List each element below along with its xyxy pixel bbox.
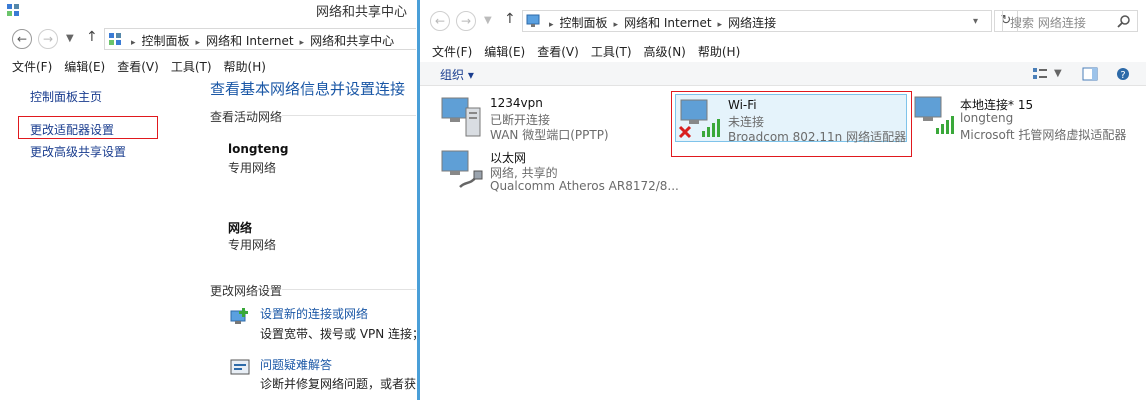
active-networks-label: 查看活动网络: [210, 110, 283, 124]
search-icon[interactable]: [1117, 14, 1131, 28]
menu-tools[interactable]: 工具(T): [591, 45, 632, 59]
connection-item-hosted[interactable]: 本地连接* 15 longteng Microsoft 托管网络虚拟适配器: [910, 92, 1146, 142]
new-connection-icon: [230, 308, 248, 324]
search-placeholder: 搜索 网络连接: [1010, 16, 1086, 30]
network-sharing-center-window: 网络和共享中心 ← → ▼ ↑ ▸ 控制面板 ▸ 网络和 Internet ▸ 网络和共享…: [0, 0, 416, 400]
network-name-2: 网络: [228, 221, 253, 235]
breadcrumb-control-panel[interactable]: 控制面板: [142, 34, 190, 48]
control-panel-home-link[interactable]: 控制面板主页: [30, 88, 102, 105]
section-divider: [282, 115, 416, 116]
up-arrow-icon[interactable]: ↑: [86, 29, 98, 45]
view-options-chevron-icon[interactable]: ▼: [1054, 68, 1062, 79]
connection-name: 1234vpn: [490, 96, 543, 110]
address-bar[interactable]: ▸ 控制面板 ▸ 网络和 Internet ▸ 网络连接 ▾: [522, 10, 992, 32]
breadcrumb-control-panel[interactable]: 控制面板: [560, 16, 608, 30]
network-connections-window: ← → ▼ ↑ ▸ 控制面板 ▸ 网络和 Internet ▸ 网络连接 ▾ ↻ 搜索 网…: [417, 0, 1146, 400]
address-history-chevron-icon[interactable]: ▾: [973, 16, 978, 27]
page-title: 查看基本网络信息并设置连接: [210, 80, 406, 98]
section-divider: [282, 289, 416, 290]
breadcrumb-network-connections[interactable]: 网络连接: [728, 16, 776, 30]
troubleshoot-icon: [230, 359, 250, 375]
preview-pane-icon[interactable]: [1082, 67, 1098, 81]
window-title: 网络和共享中心: [316, 5, 408, 20]
change-adapter-settings-link[interactable]: 更改适配器设置: [30, 121, 114, 138]
navigation-bar: ← → ▼ ↑ ▸ 控制面板 ▸ 网络和 Internet ▸ 网络连接 ▾ ↻ 搜索 网…: [420, 8, 1146, 38]
connection-device: Qualcomm Atheros AR8172/8...: [490, 179, 679, 193]
menu-view[interactable]: 查看(V): [537, 45, 579, 59]
menu-advanced[interactable]: 高级(N): [644, 45, 686, 59]
back-arrow-icon[interactable]: ←: [12, 29, 32, 49]
recent-pages-chevron-icon[interactable]: ▼: [484, 15, 492, 26]
forward-arrow-icon[interactable]: →: [456, 11, 476, 31]
network-connections-icon: [526, 14, 540, 27]
forward-arrow-icon[interactable]: →: [38, 29, 58, 49]
breadcrumb-separator-icon: ▸: [613, 20, 619, 30]
change-view-icon[interactable]: [1032, 67, 1048, 81]
menu-file[interactable]: 文件(F): [432, 45, 472, 59]
network-app-icon: [7, 4, 19, 16]
breadcrumb-network-sharing-center[interactable]: 网络和共享中心: [310, 34, 394, 48]
breadcrumb-network-internet[interactable]: 网络和 Internet: [206, 34, 293, 48]
change-network-settings-label: 更改网络设置: [210, 284, 283, 298]
change-advanced-sharing-link[interactable]: 更改高级共享设置: [30, 143, 126, 160]
menu-bar: 文件(F) 编辑(E) 查看(V) 工具(T) 帮助(H): [12, 58, 278, 78]
hosted-network-icon: [914, 96, 954, 134]
up-arrow-icon[interactable]: ↑: [504, 11, 516, 27]
menu-help[interactable]: 帮助(H): [224, 60, 266, 74]
breadcrumb-separator-icon: ▸: [299, 38, 305, 48]
network-type-2: 专用网络: [228, 238, 277, 252]
setup-new-connection-desc: 设置宽带、拨号或 VPN 连接；或: [260, 327, 416, 341]
menu-file[interactable]: 文件(F): [12, 60, 52, 74]
back-arrow-icon[interactable]: ←: [430, 11, 450, 31]
ethernet-connection-icon: [441, 150, 483, 188]
organize-menu-button[interactable]: 组织 ▾: [440, 66, 474, 83]
breadcrumb-separator-icon: ▸: [717, 20, 723, 30]
connection-item-wifi[interactable]: Wi-Fi 未连接 Broadcom 802.11n 网络适配器: [675, 94, 907, 144]
disconnected-x-icon: [678, 125, 692, 139]
control-panel-icon: [109, 33, 121, 45]
navigation-bar: ← → ▼ ↑ ▸ 控制面板 ▸ 网络和 Internet ▸ 网络和共享中心: [0, 26, 416, 56]
command-bar: 组织 ▾ ▼ ?: [420, 62, 1146, 86]
breadcrumb-separator-icon: ▸: [549, 20, 554, 30]
recent-pages-chevron-icon[interactable]: ▼: [66, 33, 74, 44]
menu-view[interactable]: 查看(V): [117, 60, 159, 74]
menu-edit[interactable]: 编辑(E): [484, 45, 525, 59]
connection-device: Microsoft 托管网络虚拟适配器: [960, 128, 1127, 142]
network-name-1: longteng: [228, 142, 289, 156]
breadcrumb-separator-icon: ▸: [131, 38, 136, 48]
connection-status: longteng: [960, 111, 1014, 125]
connection-item-ethernet[interactable]: 以太网 网络, 共享的 Qualcomm Atheros AR8172/8...: [438, 145, 679, 193]
title-bar: 网络和共享中心: [0, 0, 416, 22]
menu-help[interactable]: 帮助(H): [698, 45, 740, 59]
address-bar[interactable]: ▸ 控制面板 ▸ 网络和 Internet ▸ 网络和共享中心: [104, 28, 416, 50]
network-type-1: 专用网络: [228, 161, 277, 175]
svg-text:?: ?: [1120, 70, 1125, 81]
breadcrumb-network-internet[interactable]: 网络和 Internet: [624, 16, 711, 30]
search-box[interactable]: 搜索 网络连接: [1002, 10, 1138, 32]
menu-edit[interactable]: 编辑(E): [64, 60, 105, 74]
help-icon[interactable]: ?: [1116, 67, 1130, 81]
breadcrumb-separator-icon: ▸: [195, 38, 201, 48]
menu-tools[interactable]: 工具(T): [171, 60, 212, 74]
troubleshoot-desc: 诊断并修复网络问题，或者获得: [260, 377, 416, 391]
setup-new-connection-link[interactable]: 设置新的连接或网络: [260, 305, 368, 322]
vpn-connection-icon: [441, 97, 481, 137]
connection-device: WAN 微型端口(PPTP): [490, 128, 609, 142]
connection-device: Broadcom 802.11n 网络适配器: [728, 130, 907, 144]
menu-bar: 文件(F) 编辑(E) 查看(V) 工具(T) 高级(N) 帮助(H): [432, 43, 752, 63]
connection-name: Wi-Fi: [728, 98, 757, 112]
troubleshoot-link[interactable]: 问题疑难解答: [260, 356, 332, 373]
connection-item-vpn[interactable]: 1234vpn 已断开连接 WAN 微型端口(PPTP): [438, 92, 668, 142]
